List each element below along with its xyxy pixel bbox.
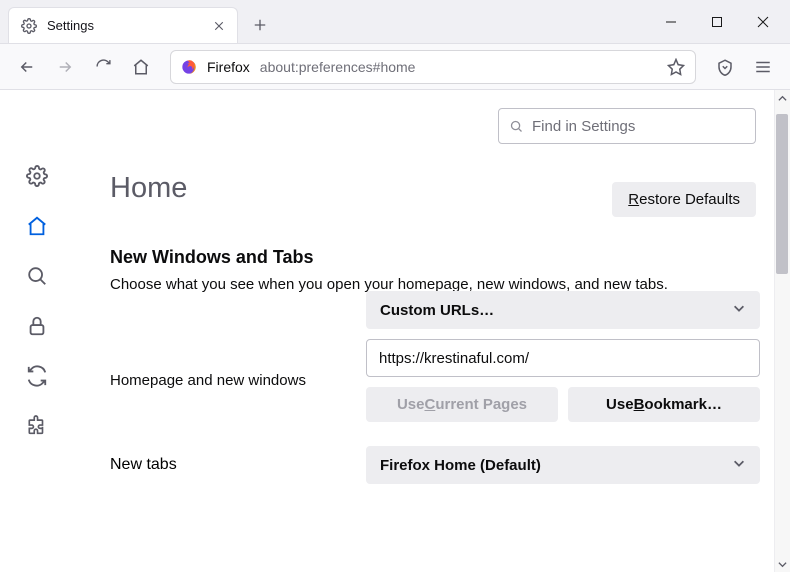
use-bookmark-button[interactable]: Use Bookmark… <box>568 387 760 422</box>
url-text: about:preferences#home <box>260 59 416 75</box>
new-tab-button[interactable] <box>244 9 276 41</box>
sidebar-item-general[interactable] <box>23 162 51 190</box>
scroll-up-icon[interactable] <box>774 90 790 106</box>
content-area: Find in Settings Home Restore Defaults N… <box>0 90 790 572</box>
sidebar-item-home[interactable] <box>23 212 51 240</box>
app-menu-button[interactable] <box>746 50 780 84</box>
homepage-row: Homepage and new windows Custom URLs… Us… <box>110 339 760 422</box>
tab-strip: Settings <box>0 0 790 44</box>
homepage-url-input[interactable] <box>366 339 760 377</box>
restore-defaults-button[interactable]: Restore Defaults <box>612 182 756 217</box>
search-input[interactable]: Find in Settings <box>498 108 756 144</box>
sidebar-item-privacy[interactable] <box>23 312 51 340</box>
maximize-button[interactable] <box>694 2 740 42</box>
window: Settings Firefox about:preferences#home <box>0 0 790 572</box>
url-bar[interactable]: Firefox about:preferences#home <box>170 50 696 84</box>
homepage-select[interactable]: Custom URLs… <box>366 291 760 329</box>
close-window-button[interactable] <box>740 2 786 42</box>
section-heading: New Windows and Tabs <box>110 247 760 268</box>
identity-label: Firefox <box>207 59 250 75</box>
back-button[interactable] <box>10 50 44 84</box>
newtabs-row: New tabs Firefox Home (Default) <box>110 446 760 484</box>
scrollbar-thumb[interactable] <box>776 114 788 274</box>
gear-icon <box>21 18 37 34</box>
scrollbar[interactable] <box>774 90 790 572</box>
scroll-down-icon[interactable] <box>774 556 790 572</box>
reload-button[interactable] <box>86 50 120 84</box>
newtabs-label: New tabs <box>110 456 346 474</box>
save-to-pocket-button[interactable] <box>708 50 742 84</box>
navigation-toolbar: Firefox about:preferences#home <box>0 44 790 90</box>
forward-button[interactable] <box>48 50 82 84</box>
settings-main: Find in Settings Home Restore Defaults N… <box>74 90 790 572</box>
homepage-select-value: Custom URLs… <box>380 302 494 319</box>
newtabs-select[interactable]: Firefox Home (Default) <box>366 446 760 484</box>
bookmark-star-icon[interactable] <box>667 58 685 76</box>
search-icon <box>509 119 524 134</box>
tab-title: Settings <box>47 18 201 33</box>
close-icon[interactable] <box>211 18 227 34</box>
newtabs-select-value: Firefox Home (Default) <box>380 457 541 474</box>
chevron-down-icon <box>732 456 746 474</box>
sidebar-item-search[interactable] <box>23 262 51 290</box>
search-placeholder: Find in Settings <box>532 118 635 135</box>
firefox-icon <box>181 59 197 75</box>
browser-tab[interactable]: Settings <box>8 7 238 43</box>
window-controls <box>648 0 786 44</box>
use-current-pages-button[interactable]: Use Current Pages <box>366 387 558 422</box>
settings-sidebar <box>0 90 74 572</box>
chevron-down-icon <box>732 301 746 319</box>
sidebar-item-sync[interactable] <box>23 362 51 390</box>
home-button[interactable] <box>124 50 158 84</box>
homepage-label: Homepage and new windows <box>110 372 346 389</box>
sidebar-item-extensions[interactable] <box>23 412 51 440</box>
minimize-button[interactable] <box>648 2 694 42</box>
